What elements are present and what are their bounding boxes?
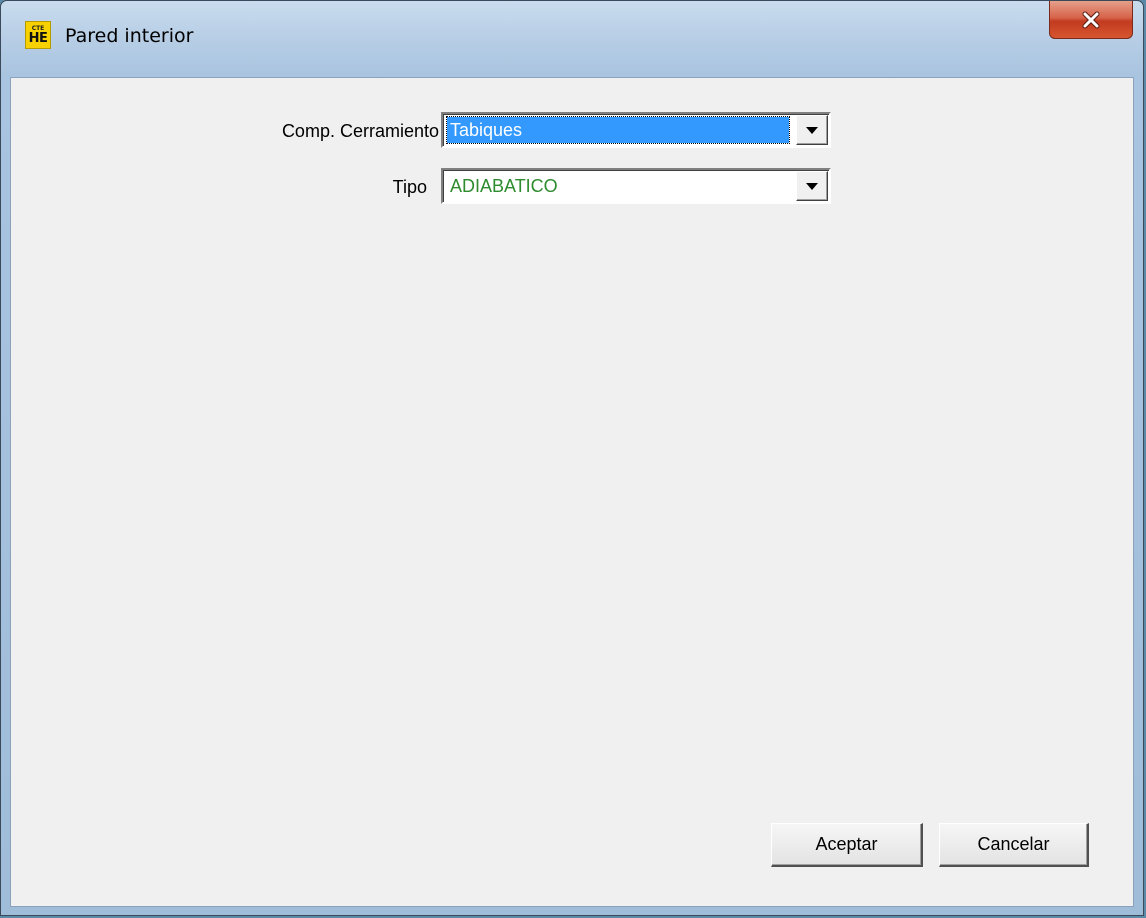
tipo-label: Tipo <box>392 177 427 197</box>
close-button[interactable] <box>1049 1 1133 39</box>
chevron-down-icon <box>806 126 818 134</box>
cancel-button[interactable]: Cancelar <box>939 823 1089 867</box>
accept-button[interactable]: Aceptar <box>771 823 923 867</box>
tipo-dropdown[interactable]: ADIABATICO <box>441 168 831 204</box>
window-title: Pared interior <box>65 25 194 47</box>
app-icon[interactable]: CTE HE <box>25 21 51 49</box>
cerramiento-dropdown[interactable]: Tabiques <box>441 112 831 148</box>
chevron-down-icon <box>806 182 818 190</box>
cerramiento-selected-value: Tabiques <box>446 116 790 144</box>
cerramiento-label: Comp. Cerramiento <box>281 121 439 141</box>
title-bar[interactable]: CTE HE Pared interior <box>1 1 1143 77</box>
cerramiento-dropdown-button[interactable] <box>796 115 828 145</box>
tipo-dropdown-button[interactable] <box>796 171 828 201</box>
dialog-window: CTE HE Pared interior Comp. Cerramiento … <box>0 0 1144 916</box>
close-icon <box>1082 11 1100 28</box>
tipo-selected-value: ADIABATICO <box>450 176 558 196</box>
dialog-content: Comp. Cerramiento Tabiques Tipo ADIABATI… <box>10 77 1134 907</box>
app-icon-label-bottom: HE <box>28 30 48 46</box>
